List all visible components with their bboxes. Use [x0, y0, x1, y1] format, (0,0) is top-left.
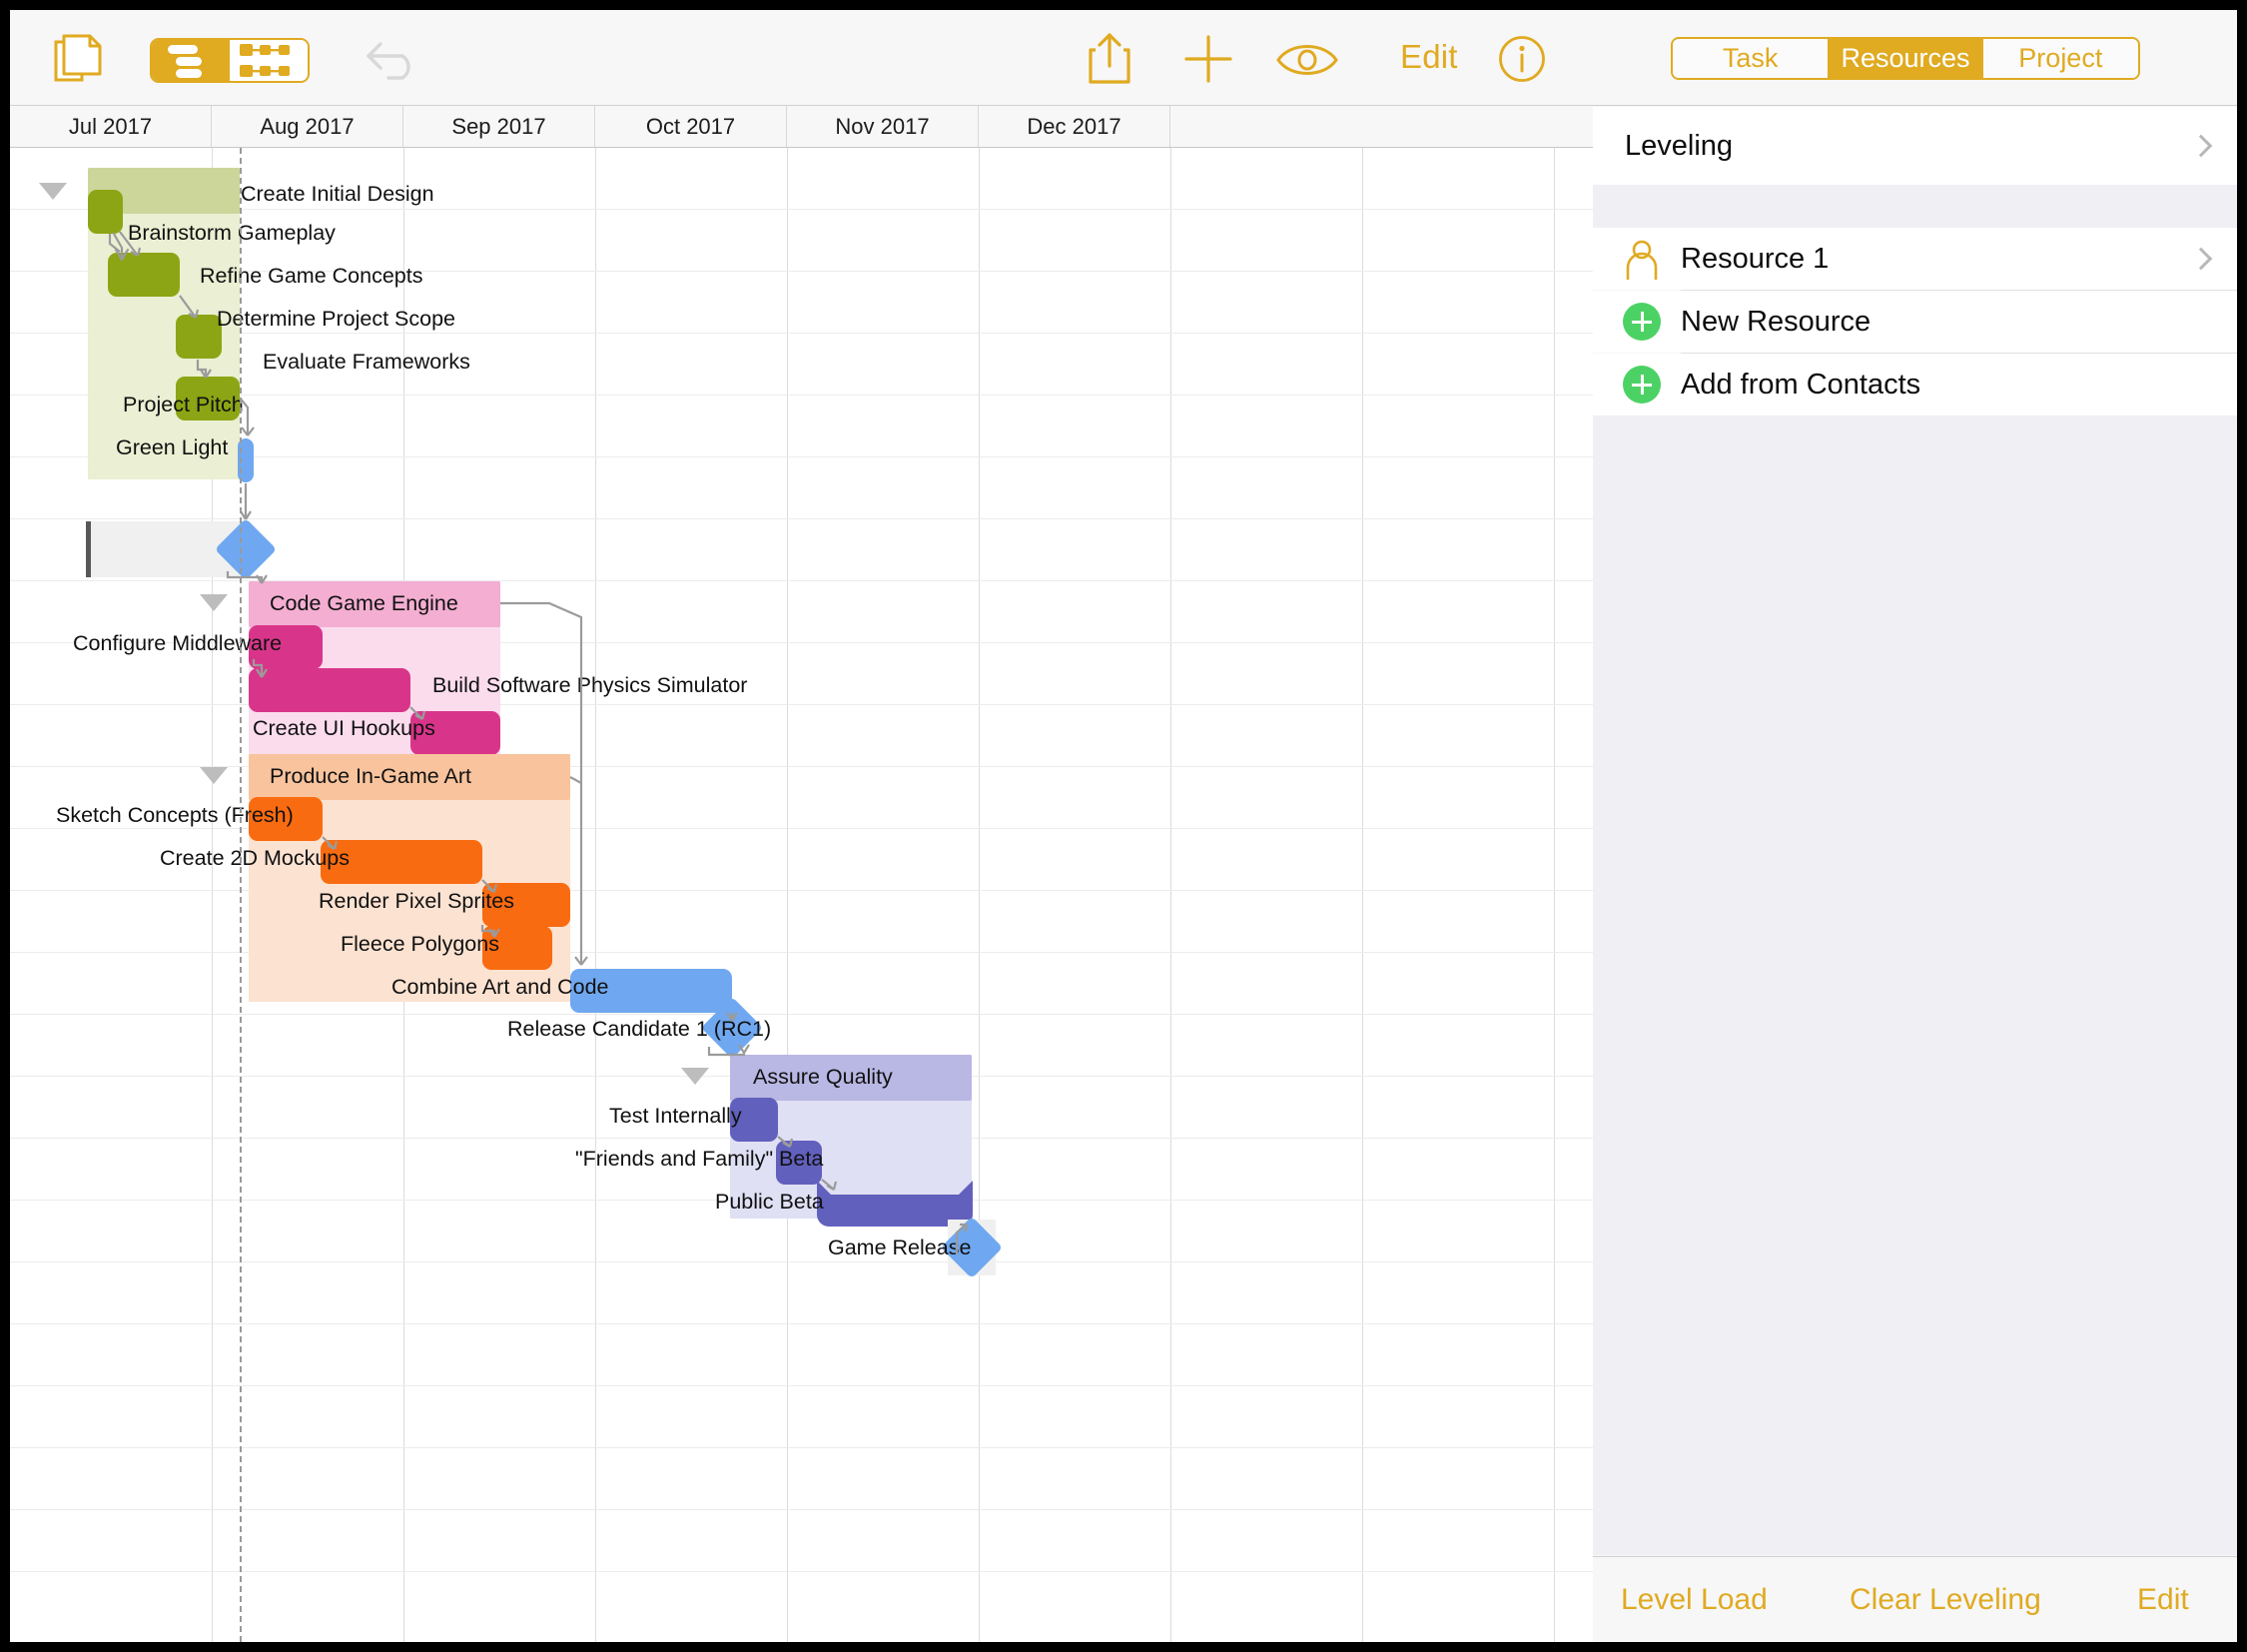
- month-header-cell: Oct 2017: [595, 106, 787, 147]
- new-resource-row[interactable]: New Resource: [1593, 291, 2237, 353]
- inspector-segmented-control[interactable]: Task Resources Project: [1671, 37, 2140, 80]
- undo-icon[interactable]: [365, 38, 420, 82]
- leveling-label: Leveling: [1625, 129, 1734, 162]
- plus-circle-icon: [1623, 366, 1661, 404]
- new-resource-label: New Resource: [1681, 305, 1872, 338]
- month-header-cell: Dec 2017: [979, 106, 1170, 147]
- person-icon: [1626, 240, 1658, 280]
- inspector-bottom-bar: Level Load Clear Leveling Edit: [1593, 1556, 2237, 1642]
- eye-icon[interactable]: [1276, 42, 1338, 78]
- resource-label: Resource 1: [1681, 242, 1830, 275]
- share-icon[interactable]: [1087, 32, 1132, 84]
- network-view-button[interactable]: [230, 40, 308, 81]
- info-icon[interactable]: [1498, 35, 1546, 83]
- app-window: Edit Jul 2017 Aug 2017 Sep 2017 Oct 2017…: [0, 0, 2247, 1652]
- add-from-contacts-row[interactable]: Add from Contacts: [1593, 354, 2237, 415]
- inspector-body-fill: [1593, 415, 2237, 1555]
- view-mode-toggle[interactable]: [150, 38, 310, 83]
- documents-icon[interactable]: [52, 34, 104, 84]
- inspector-edit-button[interactable]: Edit: [2137, 1583, 2189, 1617]
- gantt-chart[interactable]: Create Initial Design Brainstorm Gamepla…: [10, 148, 1593, 1642]
- plus-circle-icon: [1623, 303, 1661, 341]
- level-load-button[interactable]: Level Load: [1621, 1583, 1768, 1617]
- clear-leveling-button[interactable]: Clear Leveling: [1850, 1583, 2041, 1617]
- inspector-panel: Task Resources Project Leveling Resource…: [1593, 10, 2237, 1642]
- timeline-header: Jul 2017 Aug 2017 Sep 2017 Oct 2017 Nov …: [10, 106, 1593, 148]
- edit-button[interactable]: Edit: [1400, 38, 1458, 76]
- add-from-contacts-label: Add from Contacts: [1681, 368, 1921, 401]
- leveling-row[interactable]: Leveling: [1593, 107, 2237, 185]
- main-toolbar: Edit: [10, 10, 1593, 106]
- today-marker-line: [240, 148, 242, 1642]
- month-header-cell: Aug 2017: [212, 106, 403, 147]
- inspector-header: Task Resources Project: [1593, 10, 2237, 106]
- resource-row-resource-1[interactable]: Resource 1: [1593, 228, 2237, 290]
- month-header-cell: Jul 2017: [10, 106, 212, 147]
- tab-task[interactable]: Task: [1673, 39, 1829, 78]
- month-header-cell: Nov 2017: [787, 106, 979, 147]
- tab-project[interactable]: Project: [1982, 39, 2138, 78]
- dependency-links: [108, 231, 969, 1254]
- section-spacer: [1593, 185, 2237, 228]
- chevron-right-icon: [2189, 134, 2213, 158]
- month-header-cell: Sep 2017: [403, 106, 595, 147]
- add-icon[interactable]: [1183, 34, 1233, 84]
- outline-view-button[interactable]: [152, 40, 230, 81]
- tab-resources[interactable]: Resources: [1828, 39, 1983, 78]
- gantt-app-area: Edit Jul 2017 Aug 2017 Sep 2017 Oct 2017…: [10, 10, 1593, 1642]
- chevron-right-icon: [2189, 247, 2213, 271]
